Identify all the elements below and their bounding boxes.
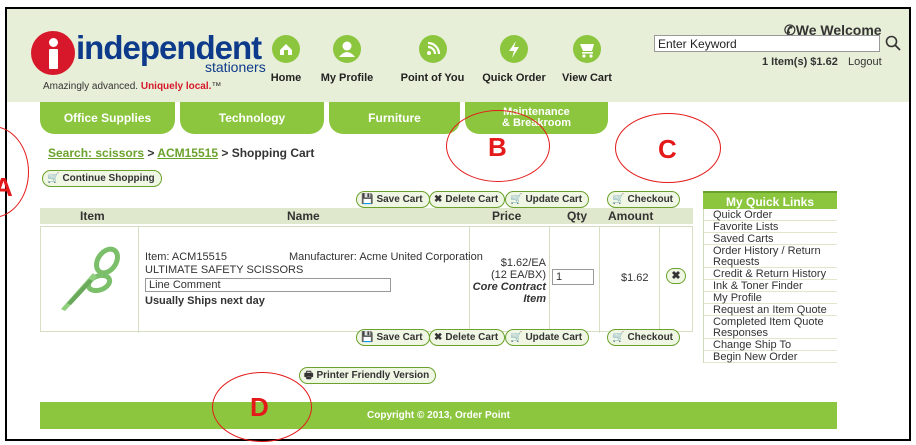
footer: Copyright © 2013, Order Point <box>40 402 837 429</box>
nav-point-of-you[interactable]: Point of You <box>396 35 469 84</box>
annotation-letter-b: B <box>488 132 507 162</box>
home-icon <box>272 35 300 63</box>
breadcrumb-item-link[interactable]: ACM15515 <box>157 146 218 160</box>
search-icon[interactable] <box>884 34 902 52</box>
annotation-letter-d: D <box>250 392 269 422</box>
quick-links-title: My Quick Links <box>703 191 837 209</box>
product-image[interactable] <box>53 239 125 319</box>
cart-icon: 🛒 <box>510 332 523 343</box>
logout-link[interactable]: Logout <box>848 56 882 68</box>
continue-shopping-button[interactable]: 🛒 Continue Shopping <box>42 170 162 187</box>
contract-label-1: Core Contract <box>472 281 546 293</box>
logo[interactable]: independent stationers Amazingly advance… <box>31 29 266 101</box>
breadcrumb-current: Shopping Cart <box>231 146 315 160</box>
price-pack: (12 EA/BX) <box>490 269 546 281</box>
tab-technology[interactable]: Technology <box>180 102 324 134</box>
lightning-icon <box>500 35 528 63</box>
quick-link[interactable]: Completed Item Quote <box>704 316 837 328</box>
quick-link[interactable]: Order History / Return <box>704 245 837 257</box>
tab-office-supplies[interactable]: Office Supplies <box>40 102 175 134</box>
item-name[interactable]: ULTIMATE SAFETY SCISSORS <box>145 264 303 276</box>
delete-cart-button[interactable]: ✖ Delete Cart <box>429 191 506 208</box>
cart-icon: 🛒 <box>612 194 625 205</box>
quick-links-list: Quick Order Favorite Lists Saved Carts O… <box>703 209 837 363</box>
contract-label-2: Item <box>523 293 546 305</box>
printer-friendly-button[interactable]: 🖶 Printer Friendly Version <box>299 367 437 384</box>
quantity-input[interactable]: 1 <box>552 269 594 285</box>
cart-icon: 🛒 <box>612 332 625 343</box>
annotation-letter-a: A <box>0 172 13 202</box>
table-header: Item Name Price Qty Amount <box>40 208 693 224</box>
amount-cell: $1.62 <box>621 272 649 284</box>
save-cart-button-bottom[interactable]: 💾 Save Cart <box>356 329 430 346</box>
col-name: Name <box>287 209 320 223</box>
annotation-letter-c: C <box>658 134 677 164</box>
quick-link[interactable]: Change Ship To <box>704 339 837 351</box>
update-cart-button-bottom[interactable]: 🛒 Update Cart <box>505 329 590 346</box>
search-input[interactable] <box>654 35 880 52</box>
item-manufacturer: Manufacturer: Acme United Corporation <box>289 251 483 263</box>
cart-icon <box>573 35 601 63</box>
ships-info: Usually Ships next day <box>145 295 265 307</box>
item-sku[interactable]: Item: ACM15515 <box>145 251 227 263</box>
quick-links-panel: My Quick Links Quick Order Favorite List… <box>703 191 837 363</box>
nav-my-profile[interactable]: My Profile <box>316 35 378 84</box>
quick-link[interactable]: Responses <box>704 327 837 339</box>
remove-item-button[interactable]: ✖ <box>666 268 686 284</box>
quick-link[interactable]: My Profile <box>704 292 837 304</box>
nav-label: Point of You <box>400 72 465 84</box>
quick-link[interactable]: Favorite Lists <box>704 221 837 233</box>
table-row: Item: ACM15515 Manufacturer: Acme United… <box>40 226 693 333</box>
save-cart-button[interactable]: 💾 Save Cart <box>356 191 430 208</box>
nav-label: Home <box>270 72 302 84</box>
delete-cart-button-bottom[interactable]: ✖ Delete Cart <box>429 329 506 346</box>
quick-link[interactable]: Credit & Return History <box>704 268 837 280</box>
logo-i-icon <box>31 31 75 75</box>
quick-link[interactable]: Request an Item Quote <box>704 304 837 316</box>
checkout-button[interactable]: 🛒 Checkout <box>607 191 681 208</box>
logo-tagline: Amazingly advanced. Uniquely local.™ <box>43 81 222 92</box>
quick-link[interactable]: Requests <box>704 256 837 268</box>
quick-link[interactable]: Begin New Order <box>704 351 837 363</box>
screenshot-frame: independent stationers Amazingly advance… <box>0 0 916 445</box>
quick-link[interactable]: Quick Order <box>704 209 837 221</box>
price-cell: $1.62/EA (12 EA/BX) Core Contract Item <box>471 257 546 305</box>
nav-view-cart[interactable]: View Cart <box>561 35 613 84</box>
rss-icon <box>418 35 447 63</box>
tab-furniture[interactable]: Furniture <box>329 102 460 134</box>
breadcrumb-search-link[interactable]: Search: scissors <box>48 146 144 160</box>
nav-label: My Profile <box>320 72 374 84</box>
nav-quick-order[interactable]: Quick Order <box>479 35 549 84</box>
close-icon: ✖ <box>434 332 443 343</box>
cart-icon: 🛒 <box>510 194 523 205</box>
line-comment-input[interactable]: Line Comment <box>145 278 391 292</box>
cart-summary[interactable]: 1 Item(s) $1.62 <box>762 56 838 68</box>
nav-home[interactable]: Home <box>269 35 303 84</box>
col-amount: Amount <box>608 209 654 223</box>
logo-sub: stationers <box>205 59 266 75</box>
price-each: $1.62/EA <box>500 257 546 269</box>
profile-icon <box>333 35 361 63</box>
col-item: Item <box>80 209 105 223</box>
quick-link[interactable]: Ink & Toner Finder <box>704 280 837 292</box>
quick-link[interactable]: Saved Carts <box>704 233 837 245</box>
checkout-button-bottom[interactable]: 🛒 Checkout <box>607 329 681 346</box>
printer-icon: 🖶 <box>304 370 314 381</box>
update-cart-button[interactable]: 🛒 Update Cart <box>505 191 590 208</box>
breadcrumb: Search: scissors > ACM15515 > Shopping C… <box>48 146 315 160</box>
col-qty: Qty <box>567 209 588 223</box>
nav-label: Quick Order <box>482 72 546 84</box>
col-price: Price <box>492 209 522 223</box>
save-icon: 💾 <box>361 194 374 205</box>
nav-label: View Cart <box>562 72 612 84</box>
save-icon: 💾 <box>361 332 374 343</box>
scissors-icon <box>61 246 120 311</box>
cart-icon: 🛒 <box>47 173 60 184</box>
close-icon: ✖ <box>434 194 443 205</box>
